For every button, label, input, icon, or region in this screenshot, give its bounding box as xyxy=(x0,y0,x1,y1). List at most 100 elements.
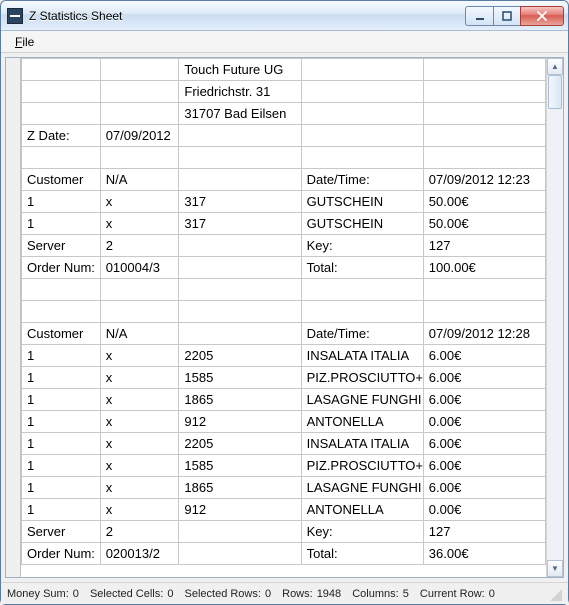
cell[interactable]: Customer xyxy=(22,323,101,345)
cell[interactable]: x xyxy=(100,389,179,411)
table-row[interactable]: 1x912ANTONELLA0.00€ xyxy=(22,411,546,433)
cell[interactable]: 1 xyxy=(22,345,101,367)
cell[interactable] xyxy=(179,147,301,169)
cell[interactable] xyxy=(100,59,179,81)
cell[interactable]: 1 xyxy=(22,455,101,477)
table-row[interactable]: 1x912ANTONELLA0.00€ xyxy=(22,499,546,521)
table-row[interactable]: 1x1585PIZ.PROSCIUTTO+6.00€ xyxy=(22,455,546,477)
cell[interactable]: x xyxy=(100,455,179,477)
cell[interactable]: 912 xyxy=(179,499,301,521)
maximize-button[interactable] xyxy=(493,6,521,26)
cell[interactable]: 2205 xyxy=(179,345,301,367)
cell[interactable] xyxy=(179,125,301,147)
cell[interactable]: ANTONELLA xyxy=(301,499,423,521)
cell[interactable]: 07/09/2012 12:23 xyxy=(423,169,545,191)
cell[interactable] xyxy=(423,103,545,125)
spreadsheet-table[interactable]: Touch Future UGFriedrichstr. 3131707 Bad… xyxy=(21,58,546,565)
grid-scroll-area[interactable]: Touch Future UGFriedrichstr. 3131707 Bad… xyxy=(21,58,546,577)
cell[interactable] xyxy=(301,59,423,81)
cell[interactable] xyxy=(179,521,301,543)
cell[interactable] xyxy=(22,81,101,103)
cell[interactable] xyxy=(179,301,301,323)
close-button[interactable] xyxy=(520,6,564,26)
cell[interactable] xyxy=(179,235,301,257)
cell[interactable] xyxy=(301,81,423,103)
cell[interactable] xyxy=(100,147,179,169)
table-row[interactable]: 1x317GUTSCHEIN50.00€ xyxy=(22,191,546,213)
cell[interactable]: 2 xyxy=(100,521,179,543)
cell[interactable]: Order Num: xyxy=(22,257,101,279)
cell[interactable] xyxy=(423,59,545,81)
cell[interactable]: 1 xyxy=(22,477,101,499)
cell[interactable] xyxy=(22,301,101,323)
table-row[interactable]: 31707 Bad Eilsen xyxy=(22,103,546,125)
titlebar[interactable]: Z Statistics Sheet xyxy=(1,1,568,31)
cell[interactable]: 317 xyxy=(179,213,301,235)
cell[interactable]: 50.00€ xyxy=(423,213,545,235)
cell[interactable]: GUTSCHEIN xyxy=(301,191,423,213)
cell[interactable]: x xyxy=(100,411,179,433)
cell[interactable]: 1 xyxy=(22,433,101,455)
cell[interactable]: x xyxy=(100,213,179,235)
cell[interactable]: 6.00€ xyxy=(423,455,545,477)
cell[interactable]: N/A xyxy=(100,323,179,345)
cell[interactable]: INSALATA ITALIA xyxy=(301,433,423,455)
cell[interactable]: 1585 xyxy=(179,367,301,389)
menu-file[interactable]: File xyxy=(7,33,42,51)
cell[interactable]: Friedrichstr. 31 xyxy=(179,81,301,103)
cell[interactable]: 6.00€ xyxy=(423,367,545,389)
table-row[interactable]: 1x317GUTSCHEIN50.00€ xyxy=(22,213,546,235)
cell[interactable]: 6.00€ xyxy=(423,345,545,367)
cell[interactable]: 1 xyxy=(22,499,101,521)
cell[interactable]: 2205 xyxy=(179,433,301,455)
table-row[interactable] xyxy=(22,279,546,301)
cell[interactable]: Date/Time: xyxy=(301,169,423,191)
table-row[interactable]: Server2Key:127 xyxy=(22,521,546,543)
cell[interactable]: 6.00€ xyxy=(423,433,545,455)
resize-grip[interactable] xyxy=(548,587,562,601)
table-row[interactable]: Friedrichstr. 31 xyxy=(22,81,546,103)
cell[interactable]: Total: xyxy=(301,543,423,565)
cell[interactable]: PIZ.PROSCIUTTO+ xyxy=(301,367,423,389)
cell[interactable] xyxy=(301,103,423,125)
cell[interactable]: Customer xyxy=(22,169,101,191)
cell[interactable] xyxy=(301,125,423,147)
cell[interactable]: 912 xyxy=(179,411,301,433)
table-row[interactable]: 1x1585PIZ.PROSCIUTTO+6.00€ xyxy=(22,367,546,389)
cell[interactable]: 020013/2 xyxy=(100,543,179,565)
table-row[interactable]: 1x2205INSALATA ITALIA6.00€ xyxy=(22,345,546,367)
cell[interactable] xyxy=(100,279,179,301)
cell[interactable] xyxy=(179,257,301,279)
table-row[interactable]: Z Date:07/09/2012 xyxy=(22,125,546,147)
cell[interactable]: Z Date: xyxy=(22,125,101,147)
cell[interactable] xyxy=(22,103,101,125)
cell[interactable]: LASAGNE FUNGHI xyxy=(301,477,423,499)
cell[interactable]: 2 xyxy=(100,235,179,257)
cell[interactable] xyxy=(301,279,423,301)
cell[interactable]: 1 xyxy=(22,191,101,213)
table-row[interactable] xyxy=(22,301,546,323)
cell[interactable]: Order Num: xyxy=(22,543,101,565)
cell[interactable] xyxy=(423,147,545,169)
cell[interactable]: Date/Time: xyxy=(301,323,423,345)
cell[interactable]: ANTONELLA xyxy=(301,411,423,433)
cell[interactable] xyxy=(423,125,545,147)
row-header-gutter[interactable] xyxy=(6,58,21,577)
cell[interactable]: 36.00€ xyxy=(423,543,545,565)
cell[interactable]: x xyxy=(100,499,179,521)
cell[interactable] xyxy=(22,147,101,169)
cell[interactable]: GUTSCHEIN xyxy=(301,213,423,235)
scroll-thumb[interactable] xyxy=(548,75,562,109)
cell[interactable]: 127 xyxy=(423,235,545,257)
cell[interactable] xyxy=(423,279,545,301)
cell[interactable] xyxy=(179,279,301,301)
cell[interactable]: 1 xyxy=(22,389,101,411)
table-row[interactable]: 1x2205INSALATA ITALIA6.00€ xyxy=(22,433,546,455)
cell[interactable] xyxy=(423,81,545,103)
table-row[interactable]: Order Num:010004/3Total:100.00€ xyxy=(22,257,546,279)
table-row[interactable]: 1x1865LASAGNE FUNGHI6.00€ xyxy=(22,389,546,411)
table-row[interactable]: Order Num:020013/2 Total:36.00€ xyxy=(22,543,546,565)
cell[interactable]: N/A xyxy=(100,169,179,191)
cell[interactable]: Key: xyxy=(301,521,423,543)
cell[interactable]: 1865 xyxy=(179,477,301,499)
